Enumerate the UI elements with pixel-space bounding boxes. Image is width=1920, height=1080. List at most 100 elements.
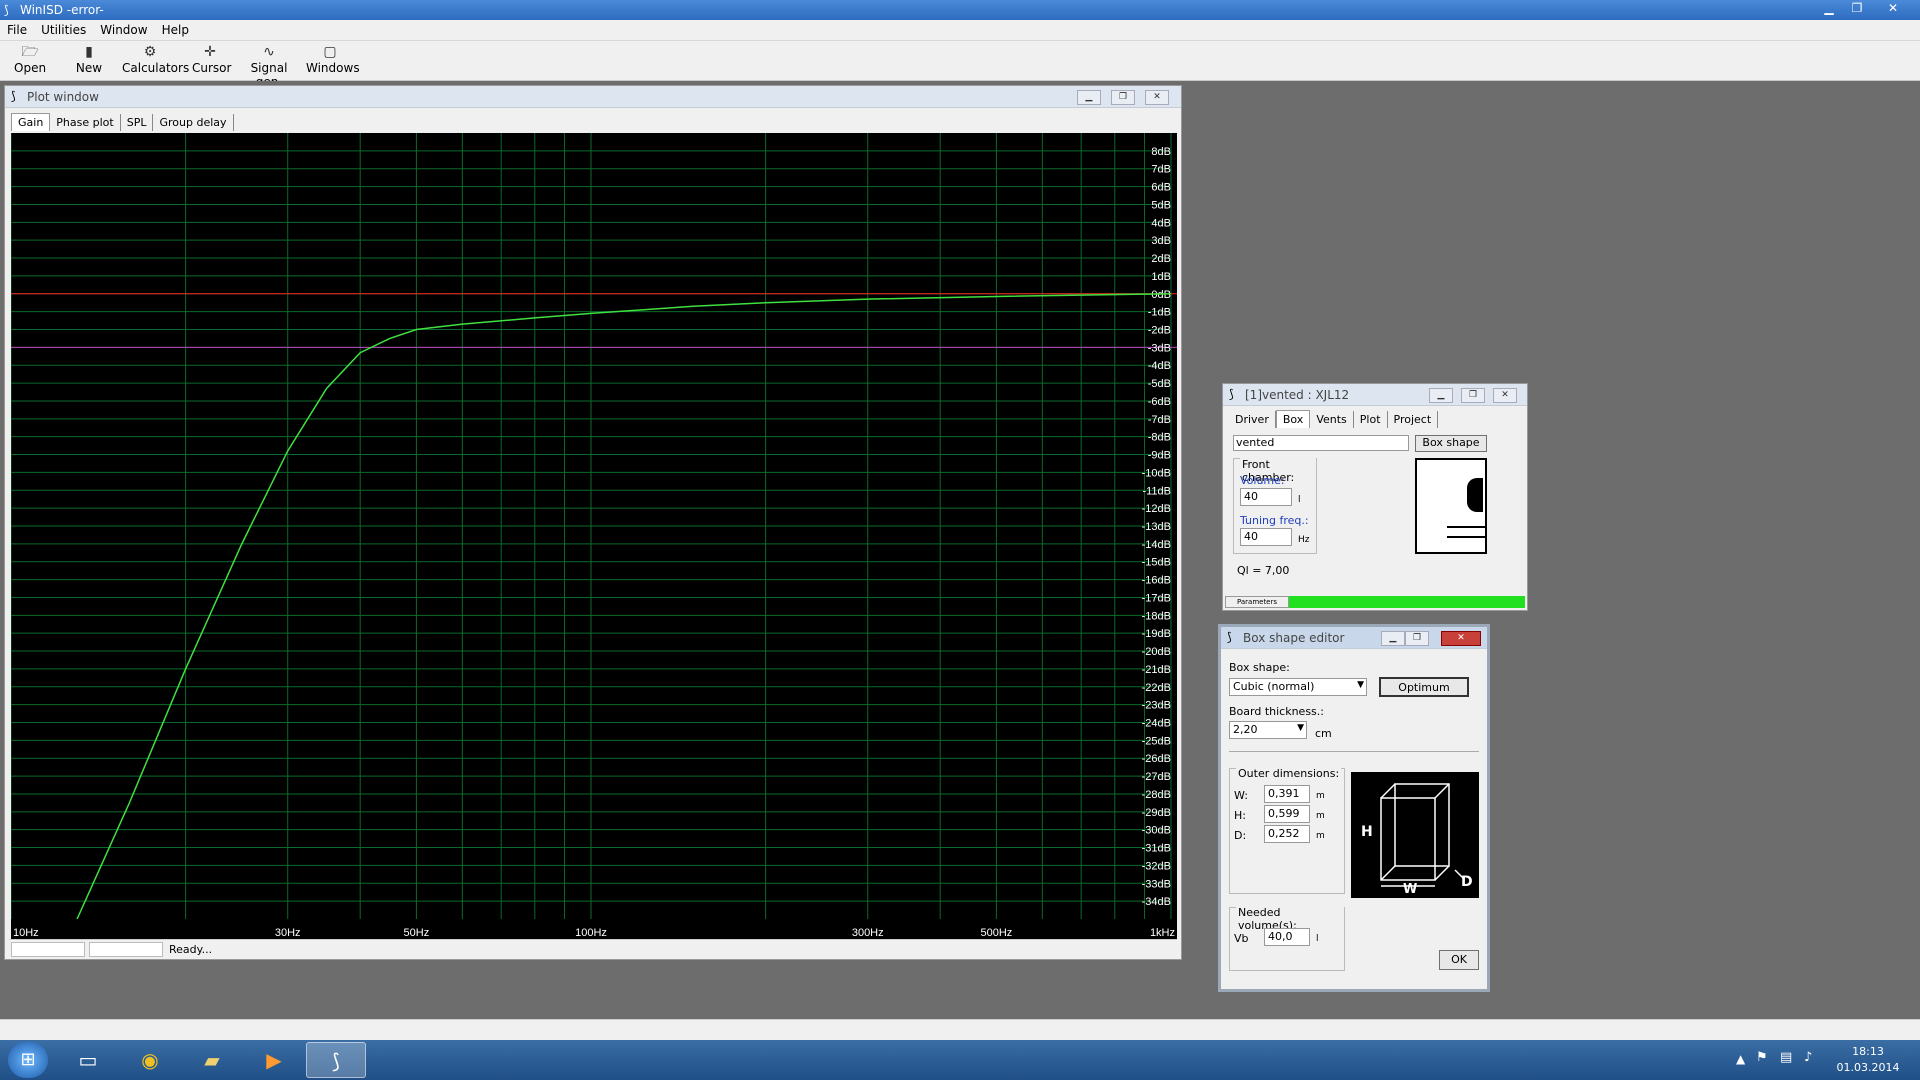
flag-icon[interactable]: ⚑ <box>1756 1050 1768 1065</box>
clock-time[interactable]: 18:13 <box>1840 1045 1896 1058</box>
y-tick-label: -1dB <box>1148 307 1171 319</box>
plot-minimize-icon[interactable]: ▁ <box>1077 90 1101 105</box>
menu-utilities[interactable]: Utilities <box>34 20 93 40</box>
tab-project[interactable]: Project <box>1388 411 1439 428</box>
depth-input[interactable]: 0,252 <box>1264 825 1310 843</box>
chrome-icon[interactable]: ◉ <box>122 1042 178 1078</box>
optimum-button[interactable]: Optimum <box>1379 677 1469 697</box>
calculators-button[interactable]: ⚙ Calculators <box>122 44 189 75</box>
y-tick-label: -23dB <box>1142 700 1171 712</box>
y-tick-label: 5dB <box>1151 199 1171 211</box>
box-window-titlebar: ⟆ [1]vented : XJL12 ▁ ❐ ✕ <box>1223 384 1527 406</box>
box-close-icon[interactable]: ✕ <box>1493 388 1517 403</box>
tab-group-delay[interactable]: Group delay <box>153 114 234 131</box>
cursor-button[interactable]: ✛ Cursor <box>192 44 231 75</box>
volume-input[interactable]: 40 <box>1240 488 1292 506</box>
winisd-task-icon[interactable]: ⟆ <box>306 1042 366 1078</box>
volume-icon[interactable]: ♪ <box>1804 1050 1812 1065</box>
box-diagram <box>1415 458 1487 554</box>
chevron-down-icon: ▼ <box>1297 723 1304 733</box>
status-panel-1 <box>11 942 85 957</box>
plot-window: ⟆ Plot window ▁ ❐ ✕ Gain Phase plot SPL Gro… <box>4 85 1182 960</box>
vb-input[interactable]: 40,0 <box>1264 928 1310 946</box>
app-icon: ⟆ <box>4 3 9 17</box>
y-tick-label: -31dB <box>1142 843 1171 855</box>
menu-file[interactable]: File <box>0 20 34 40</box>
y-tick-label: 1dB <box>1151 271 1171 283</box>
depth-unit: m <box>1316 831 1325 841</box>
chevron-down-icon: ▼ <box>1357 680 1364 690</box>
y-tick-label: -9dB <box>1148 450 1171 462</box>
tuning-input[interactable]: 40 <box>1240 528 1292 546</box>
plot-close-icon[interactable]: ✕ <box>1145 90 1169 105</box>
ql-value: Ql = 7,00 <box>1237 564 1290 577</box>
tab-phase-plot[interactable]: Phase plot <box>50 114 121 131</box>
width-label: W: <box>1234 789 1248 802</box>
status-text: Ready... <box>169 943 213 956</box>
y-tick-label: -11dB <box>1142 485 1171 497</box>
restore-icon[interactable]: ❐ <box>1844 1 1870 18</box>
gain-chart: 8dB7dB6dB5dB4dB3dB2dB1dB0dB-1dB-2dB-3dB-… <box>11 133 1177 939</box>
close-icon[interactable]: ✕ <box>1880 1 1906 18</box>
box-shape-button[interactable]: Box shape <box>1415 435 1487 452</box>
start-button[interactable]: ⊞ <box>8 1042 48 1078</box>
network-icon[interactable]: ▤ <box>1780 1050 1792 1065</box>
y-tick-label: -18dB <box>1142 610 1171 622</box>
board-thickness-select[interactable]: 2,20 ▼ <box>1229 721 1307 739</box>
clock-date[interactable]: 01.03.2014 <box>1834 1061 1902 1074</box>
height-input[interactable]: 0,599 <box>1264 805 1310 823</box>
new-button[interactable]: ▮ New <box>74 44 104 75</box>
box-minimize-icon[interactable]: ▁ <box>1429 388 1453 403</box>
editor-minimize-icon[interactable]: ▁ <box>1381 631 1405 646</box>
y-tick-label: -28dB <box>1142 789 1171 801</box>
width-input[interactable]: 0,391 <box>1264 785 1310 803</box>
parameters-bar: Parameters <box>1225 596 1525 608</box>
folder-icon[interactable]: ▰ <box>184 1042 240 1078</box>
windows-button[interactable]: ▢ Windows <box>306 44 360 75</box>
menu-help[interactable]: Help <box>155 20 196 40</box>
x-tick-label: 100Hz <box>575 927 607 939</box>
tab-box[interactable]: Box <box>1275 410 1311 428</box>
tray-arrow-icon[interactable]: ▲ <box>1736 1052 1745 1066</box>
open-button[interactable]: 🗁 Open <box>14 44 46 75</box>
media-player-icon[interactable]: ▶ <box>246 1042 302 1078</box>
board-thickness-label: Board thickness.: <box>1229 705 1324 718</box>
tab-vents[interactable]: Vents <box>1310 411 1354 428</box>
status-panel-2 <box>89 942 163 957</box>
app-title: WinISD -error- <box>20 3 104 17</box>
minimize-icon[interactable]: ▁ <box>1816 1 1842 18</box>
y-tick-label: -33dB <box>1142 878 1171 890</box>
divider <box>1229 751 1479 752</box>
shape-editor-titlebar: ⟆ Box shape editor ▁ ❐ ✕ <box>1221 627 1487 649</box>
y-tick-label: -26dB <box>1142 753 1171 765</box>
box-shape-select[interactable]: Cubic (normal) ▼ <box>1229 678 1367 696</box>
box-window-title: [1]vented : XJL12 <box>1245 388 1350 402</box>
tab-gain[interactable]: Gain <box>11 113 51 131</box>
y-tick-label: -2dB <box>1148 325 1171 337</box>
needed-volume-group: Needed volume(s): Vb 40,0 l <box>1229 906 1345 971</box>
editor-close-icon[interactable]: ✕ <box>1441 631 1481 646</box>
y-tick-label: 6dB <box>1151 182 1171 194</box>
ok-button[interactable]: OK <box>1439 950 1479 970</box>
y-tick-label: -21dB <box>1142 664 1171 676</box>
parameters-label[interactable]: Parameters <box>1225 596 1289 608</box>
y-tick-label: -19dB <box>1142 628 1171 640</box>
computer-icon[interactable]: ▭ <box>60 1042 116 1078</box>
y-tick-label: -15dB <box>1142 557 1171 569</box>
box-shape-label: Box shape: <box>1229 661 1290 674</box>
box-restore-icon[interactable]: ❐ <box>1461 388 1485 403</box>
y-tick-label: -4dB <box>1148 360 1171 372</box>
tab-plot[interactable]: Plot <box>1354 411 1388 428</box>
x-tick-label: 30Hz <box>275 927 301 939</box>
box-type-field[interactable]: vented <box>1233 435 1409 451</box>
editor-restore-icon[interactable]: ❐ <box>1405 631 1429 646</box>
windows-icon: ▢ <box>323 44 337 60</box>
menu-window[interactable]: Window <box>93 20 154 40</box>
vb-unit: l <box>1316 934 1319 944</box>
winisd-icon: ⟆ <box>1227 630 1232 644</box>
box-dimensions-diagram: H W D <box>1351 772 1479 898</box>
tab-spl[interactable]: SPL <box>121 114 154 131</box>
tab-driver[interactable]: Driver <box>1229 411 1276 428</box>
outer-dimensions-label: Outer dimensions: <box>1236 767 1342 780</box>
plot-restore-icon[interactable]: ❐ <box>1111 90 1135 105</box>
